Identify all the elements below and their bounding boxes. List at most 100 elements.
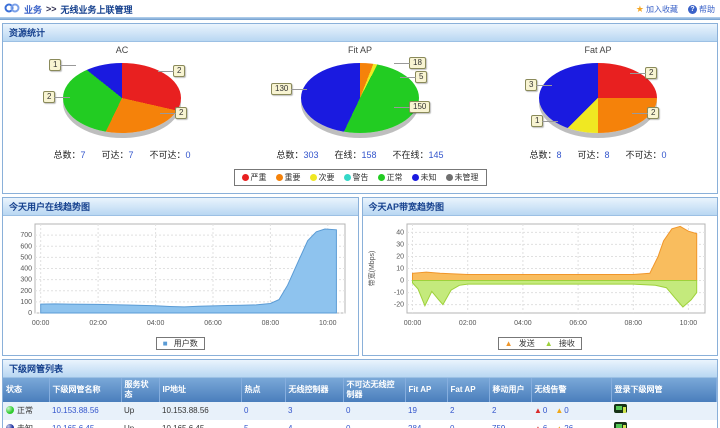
severity-minor-icon xyxy=(310,174,317,181)
mobile-user-count[interactable]: 2 xyxy=(492,406,496,415)
svg-text:04:00: 04:00 xyxy=(514,320,532,327)
unreach-wc-count[interactable]: 0 xyxy=(346,406,350,415)
alarm-warning-count[interactable]: 26 xyxy=(564,424,573,428)
col-wireless-alarms: 无线告警 xyxy=(531,378,611,402)
user-trend-header: 今天用户在线趋势图 xyxy=(3,198,358,216)
alarm-warning-icon xyxy=(555,424,563,428)
svg-text:06:00: 06:00 xyxy=(569,320,587,327)
fit-ap-count[interactable]: 19 xyxy=(408,406,417,415)
severity-legend: 严重 重要 次要 警告 正常 未知 未管理 xyxy=(234,169,487,186)
pie-title-fit-ap: Fit AP xyxy=(241,45,479,55)
stat-unreachable[interactable]: 0 xyxy=(186,150,191,160)
help-link[interactable]: 帮助 xyxy=(688,4,715,15)
alarm-critical-count[interactable]: 0 xyxy=(543,406,547,415)
header-divider xyxy=(0,17,720,20)
svg-text:02:00: 02:00 xyxy=(89,320,107,327)
svg-text:-20: -20 xyxy=(393,302,403,309)
col-nms-name: 下级网管名称 xyxy=(49,378,121,402)
breadcrumb-section[interactable]: 业务 xyxy=(24,3,42,16)
top-bar: 业务 >> 无线业务上联管理 加入收藏 帮助 xyxy=(0,0,720,17)
svg-text:200: 200 xyxy=(20,288,32,295)
fit-ap-count[interactable]: 284 xyxy=(408,424,421,428)
col-hotspot: 热点 xyxy=(241,378,285,402)
resource-stats-panel: 资源统计 AC 1 2 2 2 总数：7 可达：7 不可达：0 Fit AP 1… xyxy=(2,23,718,194)
svg-text:300: 300 xyxy=(20,277,32,284)
svg-text:20: 20 xyxy=(396,254,404,261)
stat-total[interactable]: 303 xyxy=(303,150,318,160)
hotspot-count[interactable]: 5 xyxy=(244,424,248,428)
severity-unknown-icon xyxy=(412,174,419,181)
series-marker-icon xyxy=(545,339,553,348)
fat-ap-count[interactable]: 0 xyxy=(450,424,454,428)
stat-unreachable[interactable]: 0 xyxy=(662,150,667,160)
svg-text:0: 0 xyxy=(28,310,32,317)
pie-chart-ac[interactable] xyxy=(63,63,181,133)
pie-label: 2 xyxy=(647,107,659,119)
alarm-critical-icon xyxy=(534,424,542,428)
col-wireless-controller: 无线控制器 xyxy=(285,378,343,402)
stat-total[interactable]: 8 xyxy=(556,150,561,160)
pie-label: 1 xyxy=(531,115,543,127)
wc-count[interactable]: 3 xyxy=(288,406,292,415)
breadcrumb-separator: >> xyxy=(46,4,57,14)
col-unreachable-wc: 不可达无线控制器 xyxy=(343,378,405,402)
unreach-wc-count[interactable]: 0 xyxy=(346,424,350,428)
add-favorite-link[interactable]: 加入收藏 xyxy=(636,4,678,15)
series-marker-icon xyxy=(505,339,513,348)
svg-text:00:00: 00:00 xyxy=(32,320,50,327)
col-mobile-users: 移动用户 xyxy=(489,378,531,402)
wc-count[interactable]: 4 xyxy=(288,424,292,428)
pie-label: 3 xyxy=(525,79,537,91)
resource-stats-header: 资源统计 xyxy=(3,24,717,42)
pie-label: 2 xyxy=(645,67,657,79)
login-nms-icon[interactable] xyxy=(614,408,627,417)
table-row: 未知 10.165.6.45 Up 10.165.6.45 5 4 0 284 … xyxy=(3,420,717,428)
fat-ap-count[interactable]: 2 xyxy=(450,406,454,415)
hotspot-count[interactable]: 0 xyxy=(244,406,248,415)
svg-text:08:00: 08:00 xyxy=(262,320,280,327)
svg-text:100: 100 xyxy=(20,299,32,306)
ap-trend-legend: 发送 接收 xyxy=(498,337,582,350)
alarm-warning-count[interactable]: 0 xyxy=(564,406,568,415)
table-row: 正常 10.153.88.56 Up 10.153.88.56 0 3 0 19… xyxy=(3,402,717,420)
svg-text:带宽(Mbps): 带宽(Mbps) xyxy=(367,251,376,287)
pie-chart-fit-ap[interactable] xyxy=(301,63,419,133)
col-status: 状态 xyxy=(3,378,49,402)
svg-text:10: 10 xyxy=(396,266,404,273)
stat-total[interactable]: 7 xyxy=(80,150,85,160)
severity-normal-icon xyxy=(378,174,385,181)
stat-online[interactable]: 158 xyxy=(361,150,376,160)
stat-reachable[interactable]: 8 xyxy=(605,150,610,160)
pie-label: 1 xyxy=(49,59,61,71)
svg-text:06:00: 06:00 xyxy=(204,320,222,327)
nms-name-link[interactable]: 10.165.6.45 xyxy=(52,424,94,428)
help-icon xyxy=(688,5,697,14)
alarm-warning-icon xyxy=(555,406,563,415)
nms-list-panel: 下级网管列表 状态 下级网管名称 服务状态 IP地址 热点 无线控制器 不可达无… xyxy=(2,359,718,428)
alarm-critical-count[interactable]: 6 xyxy=(543,424,547,428)
col-service-status: 服务状态 xyxy=(121,378,159,402)
pie-stats-fat-ap: 总数：8 可达：8 不可达：0 xyxy=(479,148,717,161)
nms-name-link[interactable]: 10.153.88.56 xyxy=(52,406,99,415)
pie-stats-ac: 总数：7 可达：7 不可达：0 xyxy=(3,148,241,161)
pie-label: 5 xyxy=(415,71,427,83)
svg-text:04:00: 04:00 xyxy=(147,320,165,327)
alarm-critical-icon xyxy=(534,406,542,415)
svg-text:600: 600 xyxy=(20,243,32,250)
pie-label: 130 xyxy=(271,83,292,95)
page-title: 无线业务上联管理 xyxy=(61,3,133,16)
stat-reachable[interactable]: 7 xyxy=(129,150,134,160)
svg-text:10:00: 10:00 xyxy=(319,320,337,327)
pie-title-ac: AC xyxy=(3,45,241,55)
svg-text:30: 30 xyxy=(396,241,404,248)
severity-unmanaged-icon xyxy=(446,174,453,181)
stat-offline[interactable]: 145 xyxy=(429,150,444,160)
svg-text:-10: -10 xyxy=(393,290,403,297)
breadcrumb: 业务 >> 无线业务上联管理 xyxy=(4,2,133,16)
mobile-user-count[interactable]: 759 xyxy=(492,424,505,428)
svg-text:00:00: 00:00 xyxy=(403,320,421,327)
pie-stats-fit-ap: 总数：303 在线：158 不在线：145 xyxy=(241,148,479,161)
user-trend-legend: 用户数 xyxy=(156,337,205,350)
pie-title-fat-ap: Fat AP xyxy=(479,45,717,55)
status-normal-icon xyxy=(6,406,14,414)
